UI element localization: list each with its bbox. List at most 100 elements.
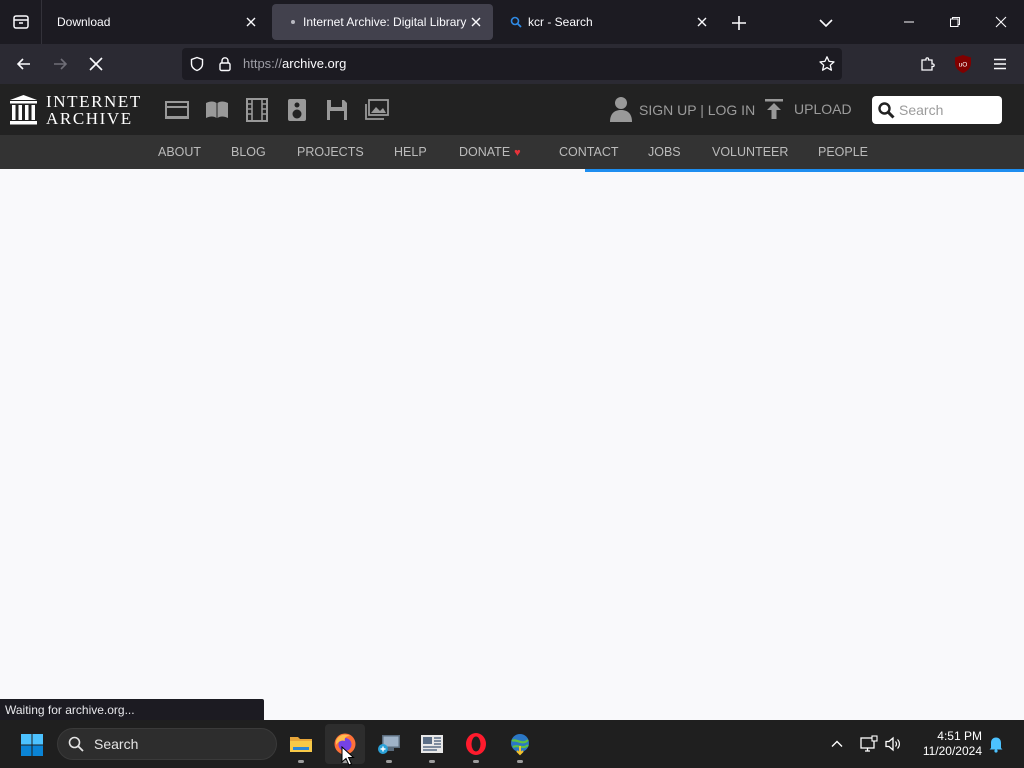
chevron-down-icon[interactable] xyxy=(815,12,837,34)
tab-close-icon[interactable] xyxy=(469,15,483,29)
url-host: archive.org xyxy=(282,56,347,71)
tab-title: Internet Archive: Digital Library of Fre… xyxy=(303,15,467,29)
nav-contact[interactable]: CONTACT xyxy=(559,145,619,159)
puzzle-piece-icon xyxy=(921,57,935,71)
film-strip-icon xyxy=(246,98,268,122)
media-texts-button[interactable] xyxy=(204,97,230,123)
running-indicator xyxy=(429,760,435,763)
folder-icon xyxy=(290,737,312,752)
clock-date: 11/20/2024 xyxy=(922,744,982,758)
tab-kcr-search[interactable]: kcr - Search xyxy=(497,4,719,40)
search-favicon-icon xyxy=(510,16,522,28)
tab-download[interactable]: Download xyxy=(46,4,268,40)
site-search-input[interactable] xyxy=(899,99,997,121)
chevron-up-icon[interactable] xyxy=(829,736,845,752)
tab-strip: Download Internet Archive: Digital Libra… xyxy=(0,0,1024,44)
ia-logo-line2: ARCHIVE xyxy=(46,109,133,128)
taskbar-news-app[interactable] xyxy=(412,724,452,764)
status-panel: Waiting for archive.org... xyxy=(0,699,264,720)
book-icon xyxy=(206,101,228,118)
taskbar-search-box[interactable]: Search xyxy=(57,728,277,760)
url-text[interactable]: https://archive.org xyxy=(243,56,346,71)
url-scheme: https:// xyxy=(243,56,283,71)
floppy-disk-icon xyxy=(327,100,347,120)
taskbar-download-manager[interactable] xyxy=(500,724,540,764)
nav-projects[interactable]: PROJECTS xyxy=(297,145,364,159)
close-icon xyxy=(995,16,1007,28)
system-clock[interactable]: 4:51 PM 11/20/2024 xyxy=(912,729,982,759)
navigation-toolbar: https://archive.org uO xyxy=(0,44,1024,84)
windows-start-icon[interactable] xyxy=(20,733,44,757)
ia-logo-line1: INTERNET xyxy=(46,92,142,111)
forward-button[interactable] xyxy=(46,50,74,78)
upload-link[interactable]: UPLOAD xyxy=(794,101,852,117)
volume-icon[interactable] xyxy=(884,735,902,753)
ia-logo-text: INTERNET ARCHIVE xyxy=(46,93,142,127)
opera-icon xyxy=(466,733,486,755)
media-video-button[interactable] xyxy=(244,97,270,123)
url-bar[interactable]: https://archive.org xyxy=(182,48,842,80)
arrow-right-icon xyxy=(54,58,68,70)
nav-help[interactable]: HELP xyxy=(394,145,427,159)
mouse-cursor-icon xyxy=(341,746,355,766)
sign-up-log-in-link[interactable]: SIGN UP | LOG IN xyxy=(639,102,755,118)
lock-icon[interactable] xyxy=(217,56,233,72)
minimize-icon xyxy=(904,21,914,23)
ia-logo[interactable]: INTERNET ARCHIVE xyxy=(9,93,149,127)
images-icon xyxy=(365,99,389,120)
network-icon[interactable] xyxy=(860,735,878,753)
taskbar-opera[interactable] xyxy=(456,724,496,764)
notification-bell-icon[interactable] xyxy=(988,735,1004,753)
taskbar-file-explorer[interactable] xyxy=(281,724,321,764)
extensions-button[interactable] xyxy=(916,52,940,76)
taskbar-search-label: Search xyxy=(94,736,139,752)
restore-button[interactable] xyxy=(932,0,978,44)
upload-arrow-icon[interactable] xyxy=(764,98,784,120)
stop-x-icon xyxy=(89,57,103,71)
nav-donate-item[interactable]: DONATE ♥ xyxy=(459,145,521,159)
tab-internet-archive[interactable]: Internet Archive: Digital Library of Fre… xyxy=(272,4,493,40)
minimize-button[interactable] xyxy=(886,0,932,44)
running-indicator xyxy=(298,760,304,763)
media-web-button[interactable] xyxy=(164,97,190,123)
taskbar-remote-desktop[interactable] xyxy=(369,724,409,764)
ia-top-nav: INTERNET ARCHIVE SIGN UP | LOG IN UPLOAD xyxy=(0,84,1024,135)
tab-title: kcr - Search xyxy=(528,15,593,29)
media-audio-button[interactable] xyxy=(284,97,310,123)
ublock-origin-icon[interactable]: uO xyxy=(952,54,974,74)
stop-loading-button[interactable] xyxy=(82,50,110,78)
search-icon xyxy=(68,736,84,752)
media-images-button[interactable] xyxy=(364,97,390,123)
screen: Download Internet Archive: Digital Libra… xyxy=(0,0,1024,768)
nav-jobs[interactable]: JOBS xyxy=(648,145,681,159)
running-indicator xyxy=(473,760,479,763)
new-tab-plus-icon[interactable] xyxy=(728,12,750,34)
media-software-button[interactable] xyxy=(324,97,350,123)
app-menu-button[interactable] xyxy=(988,52,1012,76)
tab-loading-dot-icon xyxy=(291,20,295,24)
nav-blog[interactable]: BLOG xyxy=(231,145,266,159)
user-icon[interactable] xyxy=(609,96,633,122)
tab-close-icon[interactable] xyxy=(695,15,709,29)
ia-secondary-nav: ABOUT BLOG PROJECTS HELP DONATE ♥ CONTACT… xyxy=(0,135,1024,169)
running-indicator xyxy=(517,760,523,763)
tab-close-icon[interactable] xyxy=(244,15,258,29)
nav-about[interactable]: ABOUT xyxy=(158,145,201,159)
nav-volunteer[interactable]: VOLUNTEER xyxy=(712,145,788,159)
bookmark-star-icon[interactable] xyxy=(818,55,836,73)
speaker-icon xyxy=(288,99,306,121)
web-archive-icon xyxy=(165,101,189,119)
archive-building-icon xyxy=(10,95,37,125)
tab-list-button[interactable] xyxy=(0,0,42,44)
tracking-protection-shield-icon[interactable] xyxy=(189,56,205,72)
restore-icon xyxy=(950,17,960,27)
close-window-button[interactable] xyxy=(978,0,1024,44)
site-search-box[interactable] xyxy=(872,96,1002,124)
back-button[interactable] xyxy=(10,50,38,78)
search-icon[interactable] xyxy=(878,102,895,119)
nav-people[interactable]: PEOPLE xyxy=(818,145,868,159)
clock-time: 4:51 PM xyxy=(937,729,982,743)
arrow-left-icon xyxy=(16,58,30,70)
tab-list-icon xyxy=(12,15,29,29)
page-content-area xyxy=(0,172,1024,720)
